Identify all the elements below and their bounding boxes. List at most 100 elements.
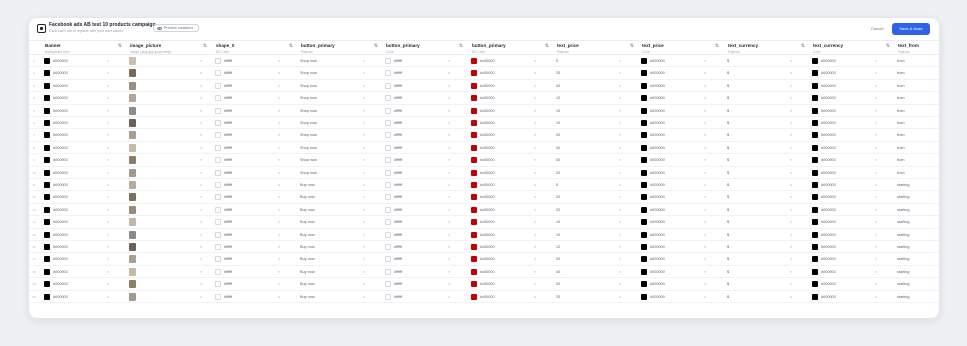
clear-icon[interactable]: ×	[875, 282, 877, 286]
clear-icon[interactable]: ×	[704, 195, 706, 199]
price-color-cell[interactable]: #000000 ×	[638, 117, 723, 129]
shape-color-cell[interactable]: #ffffff ×	[212, 92, 297, 104]
clear-icon[interactable]: ×	[363, 71, 365, 75]
color-swatch[interactable]	[471, 281, 477, 288]
color-swatch[interactable]	[641, 82, 647, 89]
currency-payload-cell[interactable]: $ ×	[724, 266, 809, 278]
clear-icon[interactable]: ×	[704, 96, 706, 100]
clear-icon[interactable]: ×	[534, 245, 536, 249]
column-header[interactable]: button_primary BG Color ⇅	[468, 40, 553, 55]
color-swatch[interactable]	[215, 244, 221, 250]
clear-icon[interactable]: ×	[619, 195, 621, 199]
color-swatch[interactable]	[385, 293, 391, 300]
price-payload-cell[interactable]: 5 ×	[553, 55, 638, 67]
sort-icon[interactable]: ⇅	[374, 44, 378, 49]
color-swatch[interactable]	[471, 95, 477, 102]
product-image-thumbnail[interactable]	[129, 106, 136, 115]
banner-cell[interactable]: #000000 ×	[41, 92, 126, 104]
color-swatch[interactable]	[385, 107, 391, 114]
clear-icon[interactable]: ×	[363, 183, 365, 187]
color-swatch[interactable]	[44, 157, 50, 164]
save-and-close-button[interactable]: Save & close	[892, 23, 930, 35]
color-swatch[interactable]	[641, 157, 647, 164]
price-color-cell[interactable]: #000000 ×	[638, 253, 723, 265]
color-swatch[interactable]	[471, 231, 477, 238]
clear-icon[interactable]: ×	[875, 208, 877, 212]
product-image-thumbnail[interactable]	[129, 243, 136, 251]
sort-icon[interactable]: ⇅	[630, 44, 634, 49]
clear-icon[interactable]: ×	[790, 158, 792, 162]
clear-icon[interactable]: ×	[875, 133, 877, 137]
sort-icon[interactable]: ⇅	[545, 44, 549, 49]
image-picture-cell[interactable]: ×	[126, 291, 211, 303]
clear-icon[interactable]: ×	[534, 295, 536, 299]
color-swatch[interactable]	[215, 206, 221, 213]
shape-color-cell[interactable]: #ffffff ×	[212, 216, 297, 228]
clear-icon[interactable]: ×	[790, 220, 792, 224]
clear-icon[interactable]: ×	[704, 295, 706, 299]
clear-icon[interactable]: ×	[107, 208, 109, 212]
image-picture-cell[interactable]: ×	[126, 241, 211, 253]
color-swatch[interactable]	[471, 82, 477, 89]
price-color-cell[interactable]: #000000 ×	[638, 55, 723, 67]
price-payload-cell[interactable]: 30 ×	[553, 154, 638, 166]
color-swatch[interactable]	[385, 132, 391, 139]
column-header[interactable]: text_from Payload	[894, 40, 939, 55]
banner-cell[interactable]: #000000 ×	[41, 278, 126, 290]
banner-cell[interactable]: #000000 ×	[41, 117, 126, 129]
clear-icon[interactable]: ×	[278, 71, 280, 75]
color-swatch[interactable]	[641, 144, 647, 151]
currency-payload-cell[interactable]: $ ×	[724, 142, 809, 154]
button-bg-color-cell[interactable]: #c50000 ×	[468, 216, 553, 228]
clear-icon[interactable]: ×	[107, 233, 109, 237]
clear-icon[interactable]: ×	[790, 183, 792, 187]
button-payload-cell[interactable]: Buy now ×	[297, 204, 382, 216]
color-swatch[interactable]	[812, 231, 818, 238]
currency-payload-cell[interactable]: $ ×	[724, 55, 809, 67]
button-bg-color-cell[interactable]: #c50000 ×	[468, 278, 553, 290]
clear-icon[interactable]: ×	[790, 109, 792, 113]
banner-cell[interactable]: #000000 ×	[41, 55, 126, 67]
clear-icon[interactable]: ×	[278, 146, 280, 150]
button-color-cell[interactable]: #ffffff ×	[382, 204, 467, 216]
color-swatch[interactable]	[44, 144, 50, 151]
clear-icon[interactable]: ×	[363, 146, 365, 150]
image-picture-cell[interactable]: ×	[126, 142, 211, 154]
color-swatch[interactable]	[385, 70, 391, 77]
color-swatch[interactable]	[812, 58, 818, 64]
currency-payload-cell[interactable]: $ ×	[724, 191, 809, 203]
banner-cell[interactable]: #000000 ×	[41, 266, 126, 278]
clear-icon[interactable]: ×	[363, 270, 365, 274]
clear-icon[interactable]: ×	[107, 257, 109, 261]
button-bg-color-cell[interactable]: #c50000 ×	[468, 55, 553, 67]
price-color-cell[interactable]: #000000 ×	[638, 67, 723, 79]
color-swatch[interactable]	[471, 268, 477, 275]
price-color-cell[interactable]: #000000 ×	[638, 216, 723, 228]
color-swatch[interactable]	[44, 231, 50, 238]
clear-icon[interactable]: ×	[875, 257, 877, 261]
image-picture-cell[interactable]: ×	[126, 55, 211, 67]
shape-color-cell[interactable]: #ffffff ×	[212, 167, 297, 179]
clear-icon[interactable]: ×	[200, 245, 202, 249]
color-swatch[interactable]	[215, 256, 221, 263]
button-color-cell[interactable]: #ffffff ×	[382, 167, 467, 179]
clear-icon[interactable]: ×	[200, 109, 202, 113]
clear-icon[interactable]: ×	[278, 195, 280, 199]
product-image-thumbnail[interactable]	[129, 131, 136, 140]
currency-color-cell[interactable]: #000000 ×	[809, 142, 894, 154]
banner-cell[interactable]: #000000 ×	[41, 241, 126, 253]
sort-icon[interactable]: ⇅	[459, 44, 463, 49]
button-bg-color-cell[interactable]: #c50000 ×	[468, 167, 553, 179]
column-header[interactable]: button_primary Payload ⇅	[297, 40, 382, 55]
clear-icon[interactable]: ×	[278, 233, 280, 237]
price-color-cell[interactable]: #000000 ×	[638, 154, 723, 166]
clear-icon[interactable]: ×	[619, 84, 621, 88]
button-bg-color-cell[interactable]: #c50000 ×	[468, 204, 553, 216]
price-payload-cell[interactable]: 20 ×	[553, 191, 638, 203]
banner-cell[interactable]: #000000 ×	[41, 154, 126, 166]
color-swatch[interactable]	[215, 194, 221, 201]
color-swatch[interactable]	[385, 58, 391, 64]
clear-icon[interactable]: ×	[448, 133, 450, 137]
clear-icon[interactable]: ×	[534, 96, 536, 100]
color-swatch[interactable]	[641, 231, 647, 238]
